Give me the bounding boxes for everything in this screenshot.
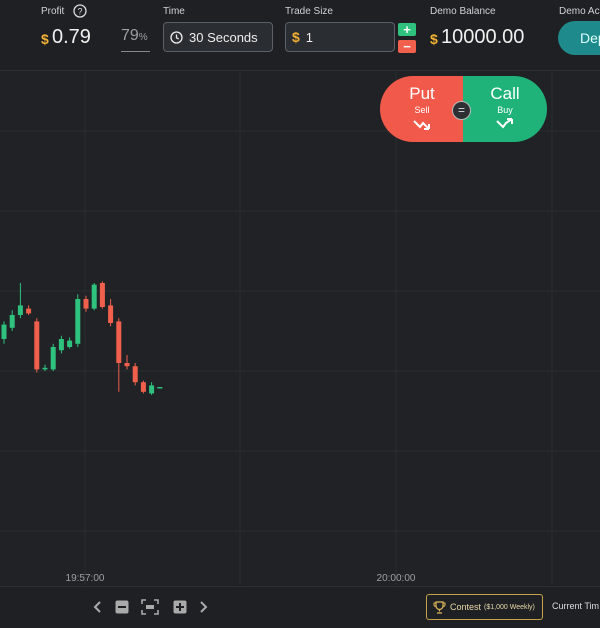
arrow-down-right-icon — [412, 117, 432, 131]
current-time-label: Current Tim — [552, 601, 600, 611]
balance-currency: $ — [430, 31, 438, 47]
top-toolbar: Profit ? $ 0.79 79% Time 30 Seconds Trad… — [0, 0, 600, 71]
profit-currency: $ — [41, 31, 49, 47]
candle-body — [1, 324, 7, 339]
arrow-up-right-icon — [495, 117, 515, 131]
trade-size-input[interactable]: $ 1 — [285, 22, 395, 52]
clock-icon — [170, 30, 183, 44]
candle-body — [83, 299, 89, 309]
call-button[interactable]: Call Buy — [463, 76, 547, 142]
zoom-out-icon[interactable] — [115, 600, 129, 619]
profit-value: 0.79 — [52, 26, 91, 48]
price-chart[interactable]: 19:57:00 20:00:00 — [0, 71, 600, 585]
candle-body — [17, 305, 23, 315]
trade-buttons: Put Sell Call Buy = — [380, 76, 547, 142]
candle-body — [34, 321, 40, 370]
fit-screen-icon[interactable] — [141, 599, 159, 620]
bottom-toolbar: Contest ($1,000 Weekly) Current Tim — [0, 586, 600, 628]
candle-body — [99, 283, 105, 307]
call-sub-label: Buy — [497, 105, 513, 115]
contest-sub-label: ($1,000 Weekly) — [484, 603, 535, 611]
chevron-right-icon[interactable] — [199, 600, 209, 619]
x-tick-label: 20:00:00 — [377, 573, 416, 584]
balance-value: 10000.00 — [441, 26, 525, 48]
candle-body — [116, 321, 122, 363]
time-value: 30 Seconds — [189, 29, 258, 45]
increase-button[interactable]: + — [398, 23, 416, 36]
candle-body — [50, 347, 56, 370]
profit-label: Profit — [41, 6, 65, 17]
trade-size-label: Trade Size — [285, 6, 333, 17]
help-icon[interactable]: ? — [73, 4, 87, 18]
call-label: Call — [490, 84, 520, 103]
time-label: Time — [163, 6, 185, 17]
decrease-button[interactable]: − — [398, 40, 416, 53]
candle-body — [108, 305, 114, 323]
equal-button[interactable]: = — [452, 101, 471, 120]
candle-body — [132, 366, 138, 383]
chevron-left-icon[interactable] — [92, 600, 102, 619]
candle-body — [58, 339, 64, 351]
candle-body — [140, 382, 146, 392]
account-label: Demo Ac — [559, 6, 600, 17]
candle-body — [42, 367, 48, 370]
deposit-button[interactable]: Dep — [558, 21, 600, 55]
candle-body — [26, 308, 32, 314]
trade-size-currency: $ — [292, 29, 300, 45]
svg-text:?: ? — [77, 7, 82, 17]
candle-body — [149, 385, 155, 394]
contest-label: Contest — [450, 602, 482, 612]
zoom-in-icon[interactable] — [173, 600, 187, 619]
candle-body — [9, 315, 15, 328]
x-tick-label: 19:57:00 — [66, 573, 105, 584]
put-label: Put — [409, 84, 435, 103]
candle-body — [91, 284, 97, 309]
candle-body — [67, 340, 73, 347]
trophy-icon — [433, 600, 446, 614]
candle-body — [75, 299, 81, 344]
candle-body — [124, 363, 130, 367]
trade-size-value: 1 — [305, 29, 314, 45]
candlestick-chart: 19:57:00 20:00:00 — [0, 71, 600, 585]
payout-percent: 79% — [121, 27, 150, 52]
candle-body — [157, 387, 163, 389]
contest-button[interactable]: Contest ($1,000 Weekly) — [426, 594, 543, 620]
balance-label: Demo Balance — [430, 6, 496, 17]
time-select[interactable]: 30 Seconds — [163, 22, 273, 52]
